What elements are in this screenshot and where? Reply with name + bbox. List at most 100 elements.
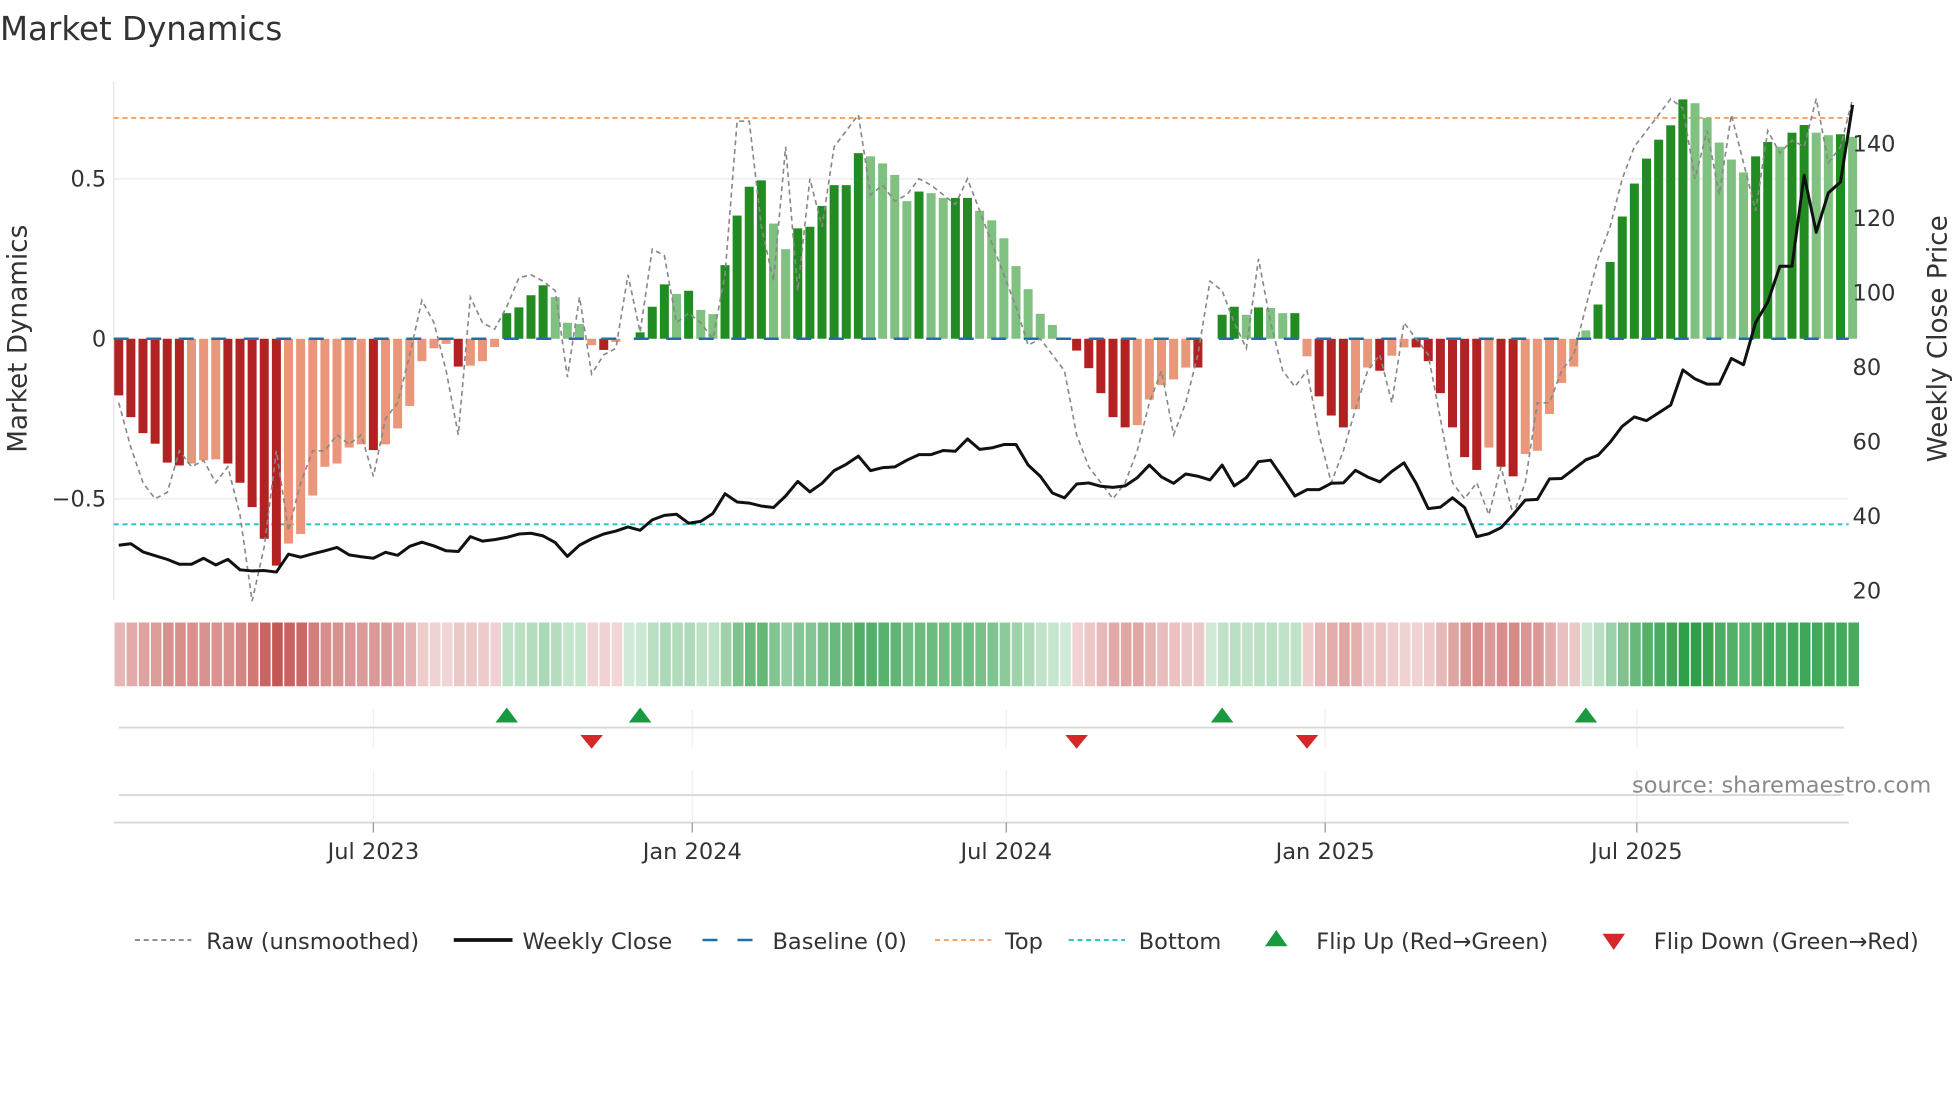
heat-cell: [1581, 622, 1593, 687]
momentum-bar: [902, 201, 912, 339]
heat-cell: [1739, 622, 1750, 687]
momentum-bar: [1593, 304, 1603, 339]
heat-cell: [429, 622, 441, 687]
heat-cell: [1084, 622, 1096, 687]
heat-cell: [1048, 622, 1059, 687]
heat-cell: [1327, 622, 1338, 687]
heat-cell: [878, 622, 889, 687]
momentum-bar: [417, 338, 427, 362]
heat-cell: [1266, 622, 1277, 687]
momentum-bar: [647, 306, 657, 339]
heat-cell: [502, 622, 514, 687]
heat-cell: [1375, 622, 1387, 687]
heat-cell: [1399, 622, 1411, 687]
heat-cell: [114, 622, 126, 687]
heat-cell: [757, 622, 768, 687]
legend-item: Top: [935, 929, 1043, 955]
y2-tick-label: 80: [1853, 355, 1882, 381]
momentum-heat-strip: [114, 622, 1859, 687]
momentum-bar: [963, 197, 973, 339]
momentum-bar: [1132, 338, 1142, 426]
momentum-bar: [987, 220, 997, 339]
heat-cell: [684, 622, 695, 687]
heat-cell: [175, 622, 186, 687]
heat-cell: [526, 622, 538, 687]
heat-cell: [1096, 622, 1108, 687]
heat-cell: [150, 622, 162, 687]
heat-cell: [1145, 622, 1156, 687]
momentum-bars: [114, 99, 1858, 566]
heat-cell: [211, 622, 223, 687]
heat-cell: [296, 622, 307, 687]
momentum-bar: [659, 284, 669, 339]
heat-cell: [975, 622, 986, 687]
heat-cell: [563, 622, 574, 687]
heat-cell: [999, 622, 1011, 687]
heat-cell: [1727, 622, 1738, 687]
heat-cell: [1072, 622, 1083, 687]
chart-title: Market Dynamics: [0, 10, 282, 48]
momentum-bar: [284, 338, 293, 544]
momentum-bar: [1496, 338, 1506, 467]
momentum-bar: [672, 293, 681, 339]
heat-cell: [441, 622, 453, 687]
heat-cell: [1593, 622, 1605, 687]
momentum-bar: [1629, 183, 1639, 339]
heat-cell: [344, 622, 356, 687]
heat-cell: [126, 622, 138, 687]
heat-cell: [939, 622, 950, 687]
y2-tick-label: 100: [1853, 280, 1896, 306]
y2-tick-label: 40: [1853, 504, 1882, 530]
momentum-bar: [332, 338, 342, 464]
y-tick-label: 0.5: [70, 166, 106, 192]
heat-cell: [914, 622, 926, 687]
heat-cell: [1460, 622, 1471, 687]
heat-cell: [466, 622, 477, 687]
momentum-bar: [478, 338, 487, 362]
heat-cell: [538, 622, 550, 687]
momentum-bar: [465, 338, 475, 366]
momentum-bar: [1084, 338, 1094, 369]
heat-cell: [1108, 622, 1120, 687]
momentum-bar: [1338, 338, 1348, 428]
heat-cell: [1484, 622, 1496, 687]
heat-cell: [635, 622, 647, 687]
y2-axis-label: Weekly Close Price: [1923, 215, 1953, 462]
heat-cell: [575, 622, 586, 687]
momentum-bar: [356, 338, 366, 445]
x-tick-label: Jul 2023: [326, 839, 420, 865]
heat-cell: [1290, 622, 1302, 687]
heat-cell: [1521, 622, 1532, 687]
heat-cell: [1363, 622, 1374, 687]
heat-cell: [817, 622, 829, 687]
momentum-bar: [1726, 159, 1736, 339]
legend-label: Raw (unsmoothed): [206, 929, 419, 955]
heat-cell: [1642, 622, 1653, 687]
momentum-bar: [138, 338, 148, 434]
momentum-bar: [247, 338, 257, 508]
heat-cell: [1133, 622, 1144, 687]
heat-cell: [854, 622, 865, 687]
momentum-bar: [999, 238, 1009, 339]
source-text: source: sharemaestro.com: [1632, 773, 1931, 799]
heat-cell: [1351, 622, 1362, 687]
heat-cell: [1339, 622, 1350, 687]
momentum-bar: [514, 307, 524, 339]
heat-cell: [247, 622, 259, 687]
momentum-bar: [1047, 324, 1057, 339]
heat-cell: [417, 622, 429, 687]
momentum-bar: [235, 338, 245, 483]
momentum-bar: [756, 180, 766, 339]
legend-label: Flip Up (Red→Green): [1316, 929, 1548, 955]
heat-cell: [235, 622, 247, 687]
heat-cell: [708, 622, 720, 687]
legend-item: Flip Up (Red→Green): [1265, 929, 1548, 955]
momentum-bar: [1278, 313, 1288, 339]
heat-cell: [732, 622, 744, 687]
heat-cell: [1836, 622, 1847, 687]
momentum-bar: [599, 338, 609, 350]
y-tick-label: 0: [92, 326, 106, 352]
momentum-bar: [950, 197, 960, 339]
heat-cell: [720, 622, 732, 687]
heat-cell: [1824, 622, 1835, 687]
